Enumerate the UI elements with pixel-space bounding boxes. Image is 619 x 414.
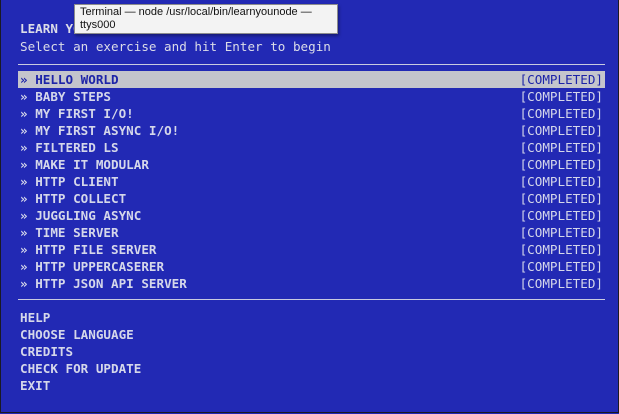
menu-option-credits[interactable]: CREDITS (20, 343, 141, 360)
window-title-tooltip: Terminal — node /usr/local/bin/learnyoun… (74, 4, 338, 34)
status-badge: [COMPLETED] (519, 259, 603, 274)
options-menu: HELP CHOOSE LANGUAGE CREDITS CHECK FOR U… (20, 309, 141, 394)
exercise-label: MY FIRST ASYNC I/O! (35, 123, 180, 138)
selection-marker: » (20, 191, 28, 206)
menu-item-make-it-modular[interactable]: » MAKE IT MODULAR [COMPLETED] (18, 156, 605, 173)
exercise-label: HTTP JSON API SERVER (35, 276, 187, 291)
status-badge: [COMPLETED] (519, 106, 603, 121)
menu-option-check-for-update[interactable]: CHECK FOR UPDATE (20, 360, 141, 377)
status-badge: [COMPLETED] (519, 89, 603, 104)
terminal-window: LEARN YOU THE NODE.JS FOR MUCH WIN! Sele… (0, 0, 619, 413)
menu-item-http-collect[interactable]: » HTTP COLLECT [COMPLETED] (18, 190, 605, 207)
status-badge: [COMPLETED] (519, 208, 603, 223)
selection-marker: » (20, 72, 28, 87)
menu-item-baby-steps[interactable]: » BABY STEPS [COMPLETED] (18, 88, 605, 105)
selection-marker: » (20, 157, 28, 172)
exercise-label: JUGGLING ASYNC (35, 208, 142, 223)
status-badge: [COMPLETED] (519, 157, 603, 172)
menu-item-hello-world[interactable]: » HELLO WORLD [COMPLETED] (18, 71, 605, 88)
menu-option-choose-language[interactable]: CHOOSE LANGUAGE (20, 326, 141, 343)
menu-option-help[interactable]: HELP (20, 309, 141, 326)
selection-marker: » (20, 242, 28, 257)
selection-marker: » (20, 208, 28, 223)
status-badge: [COMPLETED] (519, 225, 603, 240)
selection-marker: » (20, 140, 28, 155)
menu-item-my-first-io[interactable]: » MY FIRST I/O! [COMPLETED] (18, 105, 605, 122)
menu-item-time-server[interactable]: » TIME SERVER [COMPLETED] (18, 224, 605, 241)
exercise-label: HTTP CLIENT (35, 174, 119, 189)
tooltip-line-2: ttys000 (80, 19, 116, 31)
selection-marker: » (20, 106, 28, 121)
exercise-label: TIME SERVER (35, 225, 119, 240)
tooltip-line-1: Terminal — node /usr/local/bin/learnyoun… (80, 6, 312, 18)
status-badge: [COMPLETED] (519, 123, 603, 138)
exercise-label: FILTERED LS (35, 140, 119, 155)
menu-item-juggling-async[interactable]: » JUGGLING ASYNC [COMPLETED] (18, 207, 605, 224)
status-badge: [COMPLETED] (519, 174, 603, 189)
status-badge: [COMPLETED] (519, 242, 603, 257)
status-badge: [COMPLETED] (519, 72, 603, 87)
selection-marker: » (20, 174, 28, 189)
exercise-menu: » HELLO WORLD [COMPLETED] » BABY STEPS [… (18, 71, 605, 292)
exercise-label: BABY STEPS (35, 89, 112, 104)
exercise-label: HELLO WORLD (35, 72, 119, 87)
exercise-label: HTTP COLLECT (35, 191, 127, 206)
selection-marker: » (20, 276, 28, 291)
status-badge: [COMPLETED] (519, 140, 603, 155)
instructions-text: Select an exercise and hit Enter to begi… (20, 39, 331, 54)
selection-marker: » (20, 259, 28, 274)
menu-item-http-file-server[interactable]: » HTTP FILE SERVER [COMPLETED] (18, 241, 605, 258)
menu-item-http-client[interactable]: » HTTP CLIENT [COMPLETED] (18, 173, 605, 190)
status-badge: [COMPLETED] (519, 191, 603, 206)
exercise-label: HTTP FILE SERVER (35, 242, 157, 257)
selection-marker: » (20, 225, 28, 240)
exercise-label: MAKE IT MODULAR (35, 157, 149, 172)
status-badge: [COMPLETED] (519, 276, 603, 291)
exercise-label: MY FIRST I/O! (35, 106, 134, 121)
menu-option-exit[interactable]: EXIT (20, 377, 141, 394)
divider-top (18, 64, 605, 65)
selection-marker: » (20, 89, 28, 104)
divider-bottom (18, 299, 605, 300)
menu-item-http-uppercaserer[interactable]: » HTTP UPPERCASERER [COMPLETED] (18, 258, 605, 275)
exercise-label: HTTP UPPERCASERER (35, 259, 165, 274)
selection-marker: » (20, 123, 28, 138)
menu-item-filtered-ls[interactable]: » FILTERED LS [COMPLETED] (18, 139, 605, 156)
menu-item-http-json-api-server[interactable]: » HTTP JSON API SERVER [COMPLETED] (18, 275, 605, 292)
menu-item-my-first-async-io[interactable]: » MY FIRST ASYNC I/O! [COMPLETED] (18, 122, 605, 139)
